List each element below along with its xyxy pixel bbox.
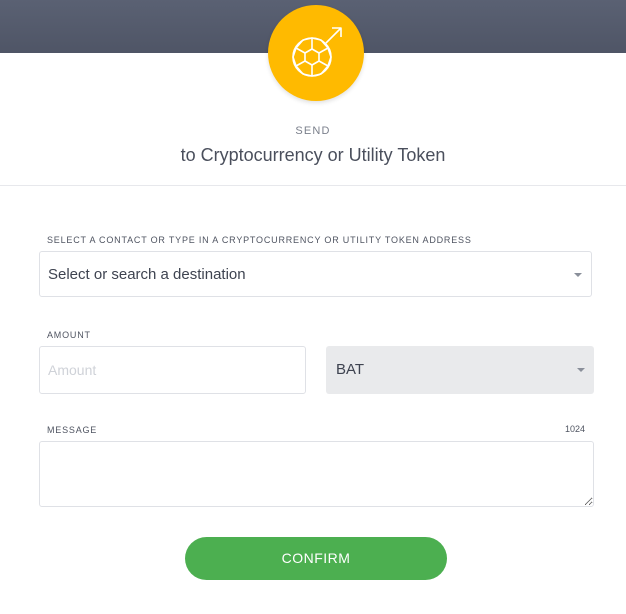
token-select-value: BAT <box>336 361 365 378</box>
chevron-down-icon <box>574 273 582 277</box>
amount-label: AMOUNT <box>47 330 91 340</box>
destination-select-value: Select or search a destination <box>48 266 246 283</box>
globe-send-icon <box>292 27 342 77</box>
destination-label: SELECT A CONTACT OR TYPE IN A CRYPTOCURR… <box>47 235 472 245</box>
destination-select[interactable]: Select or search a destination <box>39 251 592 297</box>
message-char-counter: 1024 <box>564 424 585 434</box>
send-badge <box>268 5 364 101</box>
send-label: SEND <box>295 125 331 137</box>
confirm-button[interactable]: CONFIRM <box>185 537 447 580</box>
message-label: MESSAGE <box>47 425 98 435</box>
header-divider <box>0 185 626 186</box>
chevron-down-icon <box>577 368 585 372</box>
page-title: to Cryptocurrency or Utility Token <box>180 145 446 165</box>
token-select[interactable]: BAT <box>326 346 594 394</box>
amount-input[interactable] <box>39 346 306 394</box>
message-textarea[interactable] <box>39 441 594 507</box>
